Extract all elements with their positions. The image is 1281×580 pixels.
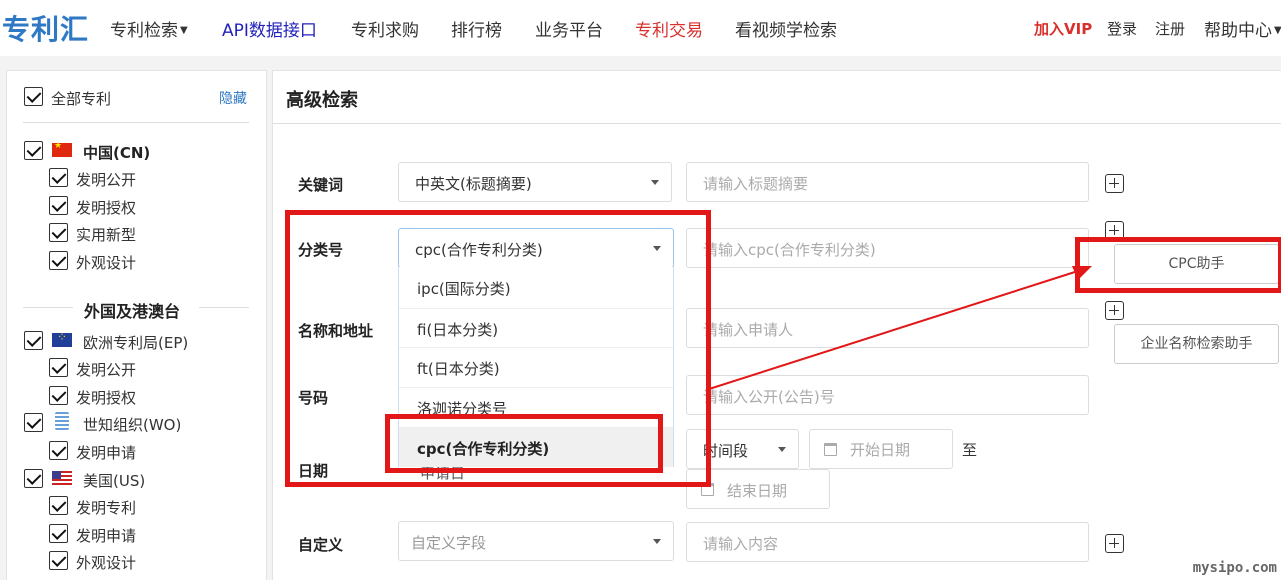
calendar-icon	[824, 443, 837, 456]
checkbox-us[interactable]	[24, 469, 43, 488]
checkbox-ep[interactable]	[24, 331, 43, 350]
add-row-icon[interactable]	[1105, 534, 1124, 553]
wipo-logo-icon	[55, 412, 69, 430]
label-ep: 欧洲专利局(EP)	[83, 332, 188, 353]
label-all: 全部专利	[51, 88, 111, 109]
nav-patent-search[interactable]: 专利检索▼	[110, 16, 188, 41]
help-center-link[interactable]: 帮助中心▼	[1204, 16, 1281, 41]
caret-down-icon: ▼	[1274, 25, 1281, 36]
nav-business[interactable]: 业务平台	[535, 16, 603, 41]
caret-down-icon	[778, 447, 786, 452]
end-date-placeholder: 结束日期	[727, 480, 787, 501]
join-vip-link[interactable]: 加入VIP	[1034, 18, 1092, 39]
checkbox-ep-sub[interactable]	[49, 358, 68, 377]
checkbox-cn-sub[interactable]	[49, 168, 68, 187]
to-label: 至	[962, 439, 977, 460]
top-navbar: 专利汇 专利检索▼ API数据接口 专利求购 排行榜 业务平台 专利交易 看视频…	[0, 0, 1281, 56]
custom-content-input[interactable]: 请输入内容	[686, 522, 1089, 562]
caret-down-icon: ▼	[180, 25, 188, 36]
checkbox-us-sub[interactable]	[49, 496, 68, 515]
register-link[interactable]: 注册	[1155, 18, 1185, 39]
nav-api[interactable]: API数据接口	[222, 16, 317, 41]
checkbox-all[interactable]	[24, 87, 43, 106]
checkbox-wo-sub[interactable]	[49, 441, 68, 460]
custom-label: 自定义	[298, 534, 343, 555]
label-ep-sub: 发明公开	[76, 359, 136, 380]
site-logo[interactable]: 专利汇	[2, 8, 89, 48]
add-row-icon[interactable]	[1105, 174, 1124, 193]
keyword-field-select[interactable]: 中英文(标题摘要)	[398, 162, 672, 202]
us-flag-icon	[52, 471, 72, 485]
label-cn-sub: 外观设计	[76, 252, 136, 273]
hide-link[interactable]: 隐藏	[219, 88, 247, 108]
label-us-sub: 外观设计	[76, 552, 136, 573]
label-cn-sub: 发明授权	[76, 197, 136, 218]
checkbox-wo[interactable]	[24, 413, 43, 432]
caret-down-icon	[653, 539, 661, 544]
label-us-sub: 发明专利	[76, 497, 136, 518]
checkbox-cn-sub[interactable]	[49, 251, 68, 270]
add-row-icon[interactable]	[1105, 301, 1124, 320]
keyword-input[interactable]: 请输入标题摘要	[686, 162, 1089, 202]
caret-down-icon	[651, 180, 659, 185]
watermark: mysipo.com	[1193, 560, 1277, 576]
label-us-sub: 发明申请	[76, 525, 136, 546]
page-title: 高级检索	[286, 86, 358, 112]
nav-trading[interactable]: 专利交易	[635, 16, 703, 41]
label-wo: 世知组织(WO)	[83, 414, 181, 435]
label-cn: 中国(CN)	[83, 142, 150, 163]
china-flag-icon	[52, 143, 72, 157]
label-ep-sub: 发明授权	[76, 387, 136, 408]
nav-video[interactable]: 看视频学检索	[735, 16, 837, 41]
annotation-box	[1075, 237, 1281, 293]
divider	[199, 307, 249, 308]
annotation-arrow	[700, 260, 1100, 400]
eu-flag-icon	[52, 333, 72, 347]
foreign-heading: 外国及港澳台	[84, 298, 180, 322]
checkbox-us-sub[interactable]	[49, 551, 68, 570]
login-link[interactable]: 登录	[1107, 18, 1137, 39]
label-cn-sub: 发明公开	[76, 169, 136, 190]
start-date-placeholder: 开始日期	[850, 439, 910, 460]
checkbox-cn-sub[interactable]	[49, 223, 68, 242]
keyword-label: 关键词	[298, 174, 343, 195]
label-wo-sub: 发明申请	[76, 442, 136, 463]
checkbox-ep-sub[interactable]	[49, 386, 68, 405]
company-name-helper-button[interactable]: 企业名称检索助手	[1114, 324, 1279, 364]
nav-ranking[interactable]: 排行榜	[451, 16, 502, 41]
nav-patent-buy[interactable]: 专利求购	[351, 16, 419, 41]
checkbox-us-sub[interactable]	[49, 524, 68, 543]
checkbox-cn-sub[interactable]	[49, 196, 68, 215]
divider	[23, 122, 249, 123]
divider	[273, 123, 1281, 124]
annotation-box	[385, 414, 663, 473]
custom-field-select[interactable]: 自定义字段	[398, 521, 674, 561]
label-us: 美国(US)	[83, 470, 145, 491]
checkbox-cn[interactable]	[24, 141, 43, 160]
label-cn-sub: 实用新型	[76, 224, 136, 245]
divider	[23, 307, 73, 308]
